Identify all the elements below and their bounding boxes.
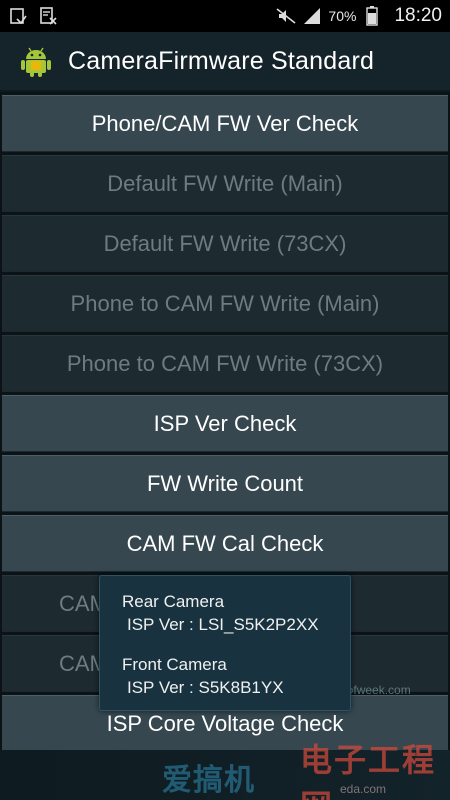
fw-write-count-button[interactable]: FW Write Count — [2, 455, 448, 512]
front-camera-isp-version: ISP Ver : S5K8B1YX — [127, 678, 284, 697]
front-camera-heading: Front Camera — [122, 655, 227, 674]
battery-percent: 70% — [328, 8, 357, 24]
phone-to-cam-fw-write-main-button[interactable]: Phone to CAM FW Write (Main) — [2, 275, 448, 332]
status-bar: 70% 18:20 — [0, 0, 450, 32]
signal-icon — [302, 6, 322, 26]
action-bar: CameraFirmware Standard — [0, 32, 450, 92]
notification-icon — [8, 6, 28, 26]
isp-ver-check-button[interactable]: ISP Ver Check — [2, 395, 448, 452]
mute-icon — [276, 6, 296, 26]
default-fw-write-main-button[interactable]: Default FW Write (Main) — [2, 155, 448, 212]
rear-camera-heading: Rear Camera — [122, 592, 225, 611]
android-icon — [18, 43, 54, 79]
app-title: CameraFirmware Standard — [68, 46, 375, 75]
screenshot-icon — [38, 6, 58, 26]
watermark-logo: 爱搞机 — [162, 764, 255, 797]
default-fw-write-73cx-button[interactable]: Default FW Write (73CX) — [2, 215, 448, 272]
phone-cam-fw-ver-check-button[interactable]: Phone/CAM FW Ver Check — [2, 95, 448, 152]
cam-fw-cal-check-button[interactable]: CAM FW Cal Check — [2, 515, 448, 572]
phone-to-cam-fw-write-73cx-button[interactable]: Phone to CAM FW Write (73CX) — [2, 335, 448, 392]
battery-icon — [362, 6, 382, 26]
watermark-site-2: eda.com — [340, 782, 387, 796]
clock: 18:20 — [394, 5, 442, 26]
isp-version-toast: Rear Camera ISP Ver : LSI_S5K2P2XX Front… — [99, 575, 351, 711]
rear-camera-isp-version: ISP Ver : LSI_S5K2P2XX — [127, 615, 319, 634]
